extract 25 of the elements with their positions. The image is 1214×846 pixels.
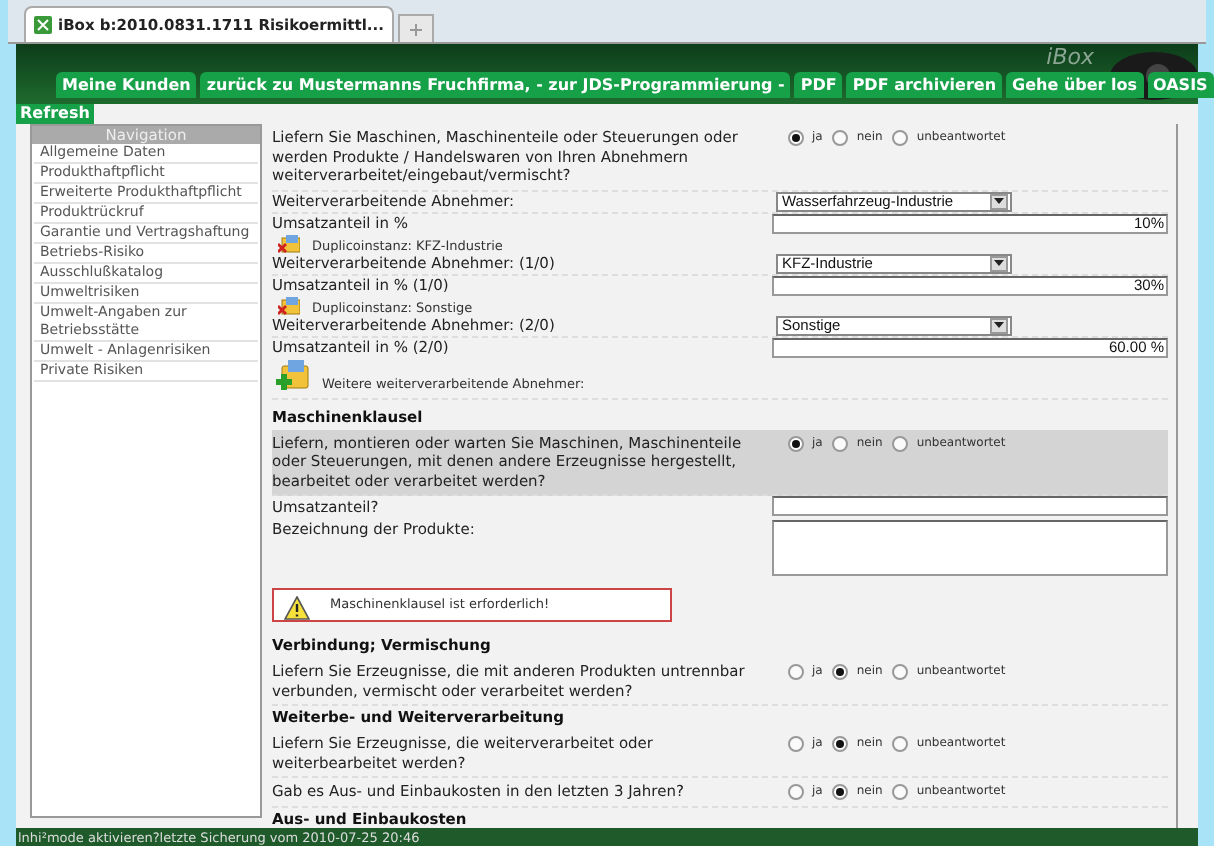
page-icon (34, 16, 52, 34)
logo: iBox (1046, 46, 1094, 70)
radio-button[interactable] (788, 664, 804, 680)
radio-button[interactable] (832, 664, 849, 680)
radio-button[interactable] (788, 435, 804, 451)
text-area[interactable] (771, 520, 1168, 576)
radio-button[interactable] (892, 130, 909, 146)
radio-button[interactable] (832, 130, 849, 146)
radio-button[interactable] (832, 435, 849, 451)
plus-icon (410, 23, 422, 35)
radio-button[interactable] (788, 784, 804, 800)
new-tab-button[interactable] (398, 14, 434, 42)
radio-button[interactable] (788, 130, 804, 146)
radio-button[interactable] (892, 736, 909, 752)
radio-button[interactable] (892, 784, 909, 800)
delete-folder-icon[interactable] (278, 295, 300, 315)
text-field[interactable] (771, 496, 1168, 516)
warning-icon (284, 596, 310, 620)
delete-folder-icon[interactable] (278, 233, 300, 253)
radio-button[interactable] (832, 736, 849, 752)
add-folder-icon[interactable] (276, 357, 310, 391)
radio-button[interactable] (892, 664, 909, 680)
radio-button[interactable] (788, 736, 804, 752)
radio-button[interactable] (832, 784, 849, 800)
radio-button[interactable] (892, 435, 909, 451)
